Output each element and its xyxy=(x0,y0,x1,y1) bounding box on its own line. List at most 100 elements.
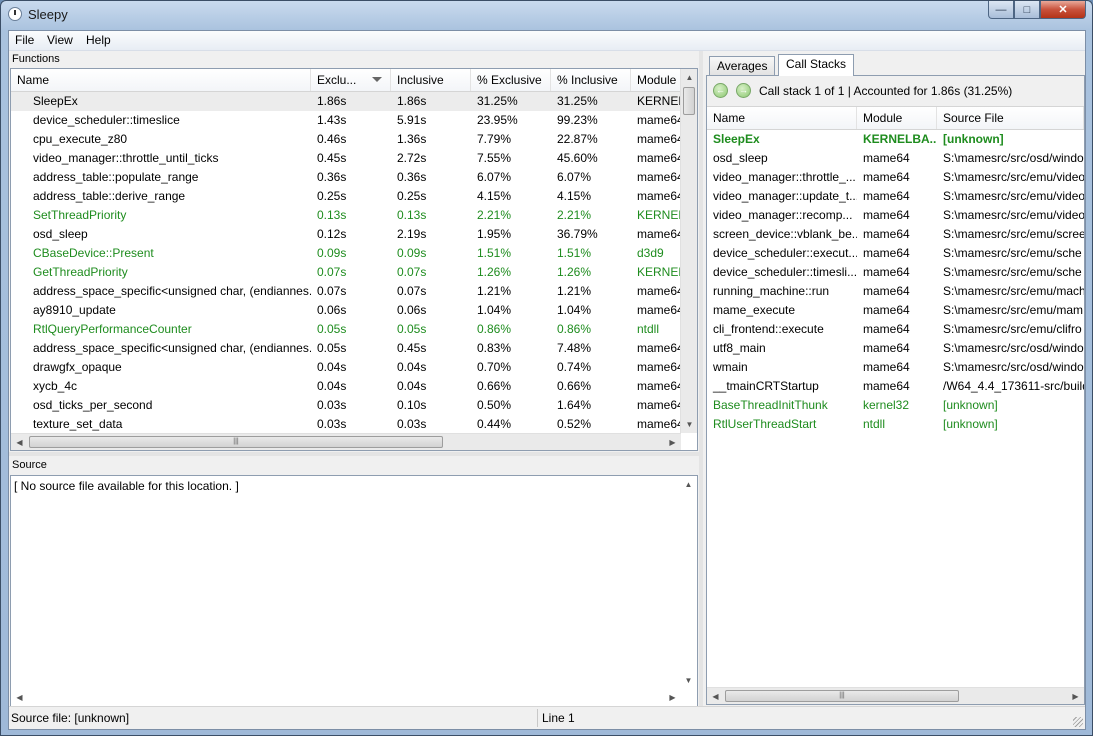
menu-view[interactable]: View xyxy=(47,33,73,47)
col-pct-inclusive[interactable]: % Inclusive xyxy=(551,69,631,91)
cell-pexcl: 1.21% xyxy=(477,284,512,298)
table-row[interactable]: address_table::populate_range 0.36s 0.36s 6… xyxy=(11,168,683,187)
source-scroll-up-icon[interactable]: ▲ xyxy=(680,476,697,493)
list-item[interactable]: video_manager::recomp... mame64 S:\mamesrc… xyxy=(707,206,1084,225)
source-vscroll[interactable]: ▲ ▼ xyxy=(680,476,697,689)
cell-name: CBaseDevice::Present xyxy=(33,246,154,260)
cell-name: xycb_4c xyxy=(33,379,78,393)
scroll-right-icon[interactable]: ▶ xyxy=(664,434,681,450)
cell-module: ntdll xyxy=(637,322,660,336)
functions-vscroll[interactable]: ▲ ▼ xyxy=(680,69,697,433)
forward-arrow-icon[interactable]: → xyxy=(736,83,751,98)
cell-name: cpu_execute_z80 xyxy=(33,132,128,146)
source-scroll-down-icon[interactable]: ▼ xyxy=(680,672,697,689)
horizontal-splitter[interactable] xyxy=(9,452,699,456)
list-item[interactable]: utf8_main mame64 S:\mamesrc/src/osd/windo xyxy=(707,339,1084,358)
cell-module: KERNEL xyxy=(637,265,683,279)
list-item[interactable]: osd_sleep mame64 S:\mamesrc/src/osd/windo xyxy=(707,149,1084,168)
cell-excl: 0.07s xyxy=(317,265,347,279)
minimize-button[interactable]: — xyxy=(988,1,1014,19)
table-row[interactable]: RtlQueryPerformanceCounter 0.05s 0.05s 0.86… xyxy=(11,320,681,339)
table-row[interactable]: CBaseDevice::Present 0.09s 0.09s 1.51% 1.51%… xyxy=(11,244,681,263)
menu-file[interactable]: File xyxy=(15,33,34,47)
vertical-splitter[interactable] xyxy=(699,51,703,707)
table-row[interactable]: ay8910_update 0.06s 0.06s 1.04% 1.04% mame64 xyxy=(11,301,683,320)
source-scroll-right-icon[interactable]: ▶ xyxy=(664,689,681,706)
table-row[interactable]: device_scheduler::timeslice 1.43s 5.91s 23.… xyxy=(11,111,683,130)
source-hscroll[interactable]: ◀ ▶ xyxy=(11,689,681,706)
cell-pincl: 0.86% xyxy=(557,322,592,336)
cell-incl: 0.03s xyxy=(397,417,427,431)
title-bar[interactable]: Sleepy — □ ✕ xyxy=(1,1,1092,29)
list-item[interactable]: cli_frontend::execute mame64 S:\mamesrc/sr… xyxy=(707,320,1084,339)
col-name[interactable]: Name xyxy=(11,69,311,91)
cs-scroll-left-icon[interactable]: ◀ xyxy=(707,688,724,704)
scroll-down-icon[interactable]: ▼ xyxy=(681,416,697,433)
cell-name: ay8910_update xyxy=(33,303,116,317)
list-item[interactable]: video_manager::throttle_... mame64 S:\mame… xyxy=(707,168,1084,187)
table-row[interactable]: GetThreadPriority 0.07s 0.07s 1.26% 1.26% KER… xyxy=(11,263,683,282)
table-row[interactable]: address_table::derive_range 0.25s 0.25s 4.1… xyxy=(11,187,683,206)
list-item[interactable]: device_scheduler::timesli... mame64 S:\mam… xyxy=(707,263,1084,282)
cs-cell-name: running_machine::run xyxy=(713,284,830,298)
tab-call-stacks[interactable]: Call Stacks xyxy=(778,54,855,76)
functions-hscroll-thumb[interactable]: ||| xyxy=(29,436,443,448)
resize-grip-icon[interactable] xyxy=(1073,717,1083,727)
list-item[interactable]: SleepEx KERNELBA... [unknown] xyxy=(707,130,1084,149)
tab-averages[interactable]: Averages xyxy=(709,56,776,75)
source-view[interactable]: [ No source file available for this loca… xyxy=(10,475,698,707)
maximize-button[interactable]: □ xyxy=(1014,1,1040,19)
minimize-icon: — xyxy=(995,3,1007,16)
list-item[interactable]: screen_device::vblank_be... mame64 S:\mame… xyxy=(707,225,1084,244)
status-bar: Source file: [unknown] Line 1 xyxy=(9,706,1085,729)
table-row[interactable]: video_manager::throttle_until_ticks 0.45s… xyxy=(11,149,683,168)
list-item[interactable]: device_scheduler::execut... mame64 S:\mame… xyxy=(707,244,1084,263)
table-row[interactable]: osd_sleep 0.12s 2.19s 1.95% 36.79% mame64 xyxy=(11,225,683,244)
table-row[interactable]: SleepEx 1.86s 1.86s 31.25% 31.25% KERNEL xyxy=(11,92,683,111)
back-arrow-icon[interactable]: ← xyxy=(713,83,728,98)
list-item[interactable]: RtlUserThreadStart ntdll [unknown] xyxy=(707,415,1084,434)
col-pct-exclusive[interactable]: % Exclusive xyxy=(471,69,551,91)
table-row[interactable]: xycb_4c 0.04s 0.04s 0.66% 0.66% mame64 xyxy=(11,377,683,396)
source-scroll-left-icon[interactable]: ◀ xyxy=(11,689,28,706)
list-item[interactable]: running_machine::run mame64 S:\mamesrc/src… xyxy=(707,282,1084,301)
scroll-up-icon[interactable]: ▲ xyxy=(681,69,697,86)
call-stack-hscroll[interactable]: ◀ ||| ▶ xyxy=(707,687,1084,704)
cell-pincl: 1.51% xyxy=(557,246,592,260)
list-item[interactable]: mame_execute mame64 S:\mamesrc/src/emu/mam xyxy=(707,301,1084,320)
list-item[interactable]: wmain mame64 S:\mamesrc/src/osd/windo xyxy=(707,358,1084,377)
call-stack-hscroll-thumb[interactable]: ||| xyxy=(725,690,959,702)
close-button[interactable]: ✕ xyxy=(1040,1,1086,19)
functions-vscroll-thumb[interactable] xyxy=(683,87,695,115)
col-cs-module[interactable]: Module xyxy=(857,107,937,129)
scroll-left-icon[interactable]: ◀ xyxy=(11,434,28,450)
col-cs-name[interactable]: Name xyxy=(707,107,857,129)
functions-hscroll[interactable]: ◀ ||| ▶ xyxy=(11,433,681,450)
table-row[interactable]: cpu_execute_z80 0.46s 1.36s 7.79% 22.87% mame… xyxy=(11,130,683,149)
cell-pincl: 0.52% xyxy=(557,417,592,431)
cell-excl: 0.07s xyxy=(317,284,347,298)
window-controls: — □ ✕ xyxy=(988,1,1086,20)
cell-excl: 0.03s xyxy=(317,398,347,412)
cell-pexcl: 2.21% xyxy=(477,208,512,222)
cell-name: address_space_specific<unsigned char, (e… xyxy=(33,341,311,355)
col-inclusive[interactable]: Inclusive xyxy=(391,69,471,91)
table-row[interactable]: drawgfx_opaque 0.04s 0.04s 0.70% 0.74% mame64 xyxy=(11,358,683,377)
cell-pincl: 1.26% xyxy=(557,265,592,279)
maximize-icon: □ xyxy=(1023,3,1031,16)
col-exclusive[interactable]: Exclu... xyxy=(311,69,391,91)
list-item[interactable]: BaseThreadInitThunk kernel32 [unknown] xyxy=(707,396,1084,415)
table-row[interactable]: SetThreadPriority 0.13s 0.13s 2.21% 2.21% KER… xyxy=(11,206,683,225)
table-row[interactable]: osd_ticks_per_second 0.03s 0.10s 0.50% 1.64%… xyxy=(11,396,683,415)
list-item[interactable]: __tmainCRTStartup mame64/W64_4.4_173611-s… xyxy=(707,377,1084,396)
table-row[interactable]: address_space_specific<unsigned char, (e… xyxy=(11,339,683,358)
cell-module: mame64 xyxy=(637,303,683,317)
col-module[interactable]: Module xyxy=(631,69,683,91)
cs-scroll-right-icon[interactable]: ▶ xyxy=(1067,688,1084,704)
table-row[interactable]: address_space_specific<unsigned char, (e… xyxy=(11,282,683,301)
menu-help[interactable]: Help xyxy=(86,33,111,47)
cs-cell-module: mame64 xyxy=(863,227,910,241)
list-item[interactable]: video_manager::update_t... mame64 S:\mames… xyxy=(707,187,1084,206)
table-row[interactable]: texture_set_data 0.03s 0.03s 0.44% 0.52% mame… xyxy=(11,415,683,434)
col-cs-source-file[interactable]: Source File xyxy=(937,107,1084,129)
